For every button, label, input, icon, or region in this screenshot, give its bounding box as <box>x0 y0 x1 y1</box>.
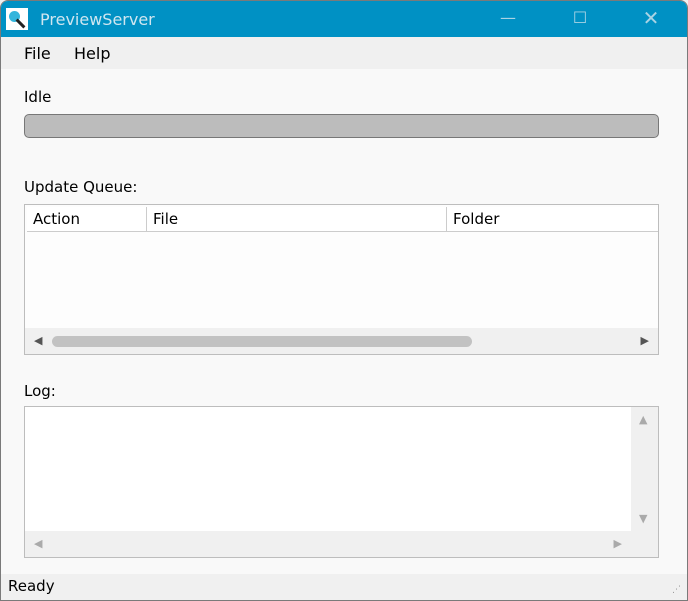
minimize-button[interactable]: — <box>485 1 531 37</box>
status-text: Ready <box>8 577 55 595</box>
column-header-file[interactable]: File <box>147 207 447 232</box>
log-horizontal-scrollbar[interactable]: ◀ ▶ <box>25 531 631 557</box>
log-label: Log: <box>24 382 56 400</box>
scrollbar-thumb[interactable] <box>52 336 472 347</box>
window-title: PreviewServer <box>40 10 155 29</box>
scroll-right-icon[interactable]: ▶ <box>614 537 622 550</box>
update-queue-list[interactable]: Action File Folder ◀ ▶ <box>24 204 659 355</box>
log-textarea[interactable]: ▲ ▼ ◀ ▶ <box>24 406 659 558</box>
scroll-up-icon[interactable]: ▲ <box>639 413 647 426</box>
queue-label: Update Queue: <box>24 178 138 196</box>
app-window: PreviewServer — ☐ ✕ File Help Idle Updat… <box>0 0 688 601</box>
scroll-down-icon[interactable]: ▼ <box>639 512 647 525</box>
maximize-button[interactable]: ☐ <box>557 1 603 37</box>
vertical-scrollbar[interactable]: ▲ ▼ <box>631 407 658 531</box>
progress-bar <box>24 114 659 138</box>
scroll-left-icon[interactable]: ◀ <box>34 537 42 550</box>
menu-help[interactable]: Help <box>74 44 110 63</box>
column-header-folder[interactable]: Folder <box>447 207 658 232</box>
scroll-right-icon[interactable]: ▶ <box>641 334 649 347</box>
column-header-action[interactable]: Action <box>27 207 147 232</box>
menu-file[interactable]: File <box>24 44 51 63</box>
resize-grip-icon[interactable]: ⋰ <box>672 585 681 595</box>
app-magnifier-icon <box>6 8 28 30</box>
progress-label: Idle <box>24 88 52 106</box>
horizontal-scrollbar[interactable]: ◀ ▶ <box>25 328 658 354</box>
close-button[interactable]: ✕ <box>628 1 674 37</box>
scroll-left-icon[interactable]: ◀ <box>34 334 42 347</box>
menu-bar: File Help <box>1 37 687 69</box>
scroll-corner <box>631 531 658 557</box>
title-bar: PreviewServer — ☐ ✕ <box>1 1 687 37</box>
